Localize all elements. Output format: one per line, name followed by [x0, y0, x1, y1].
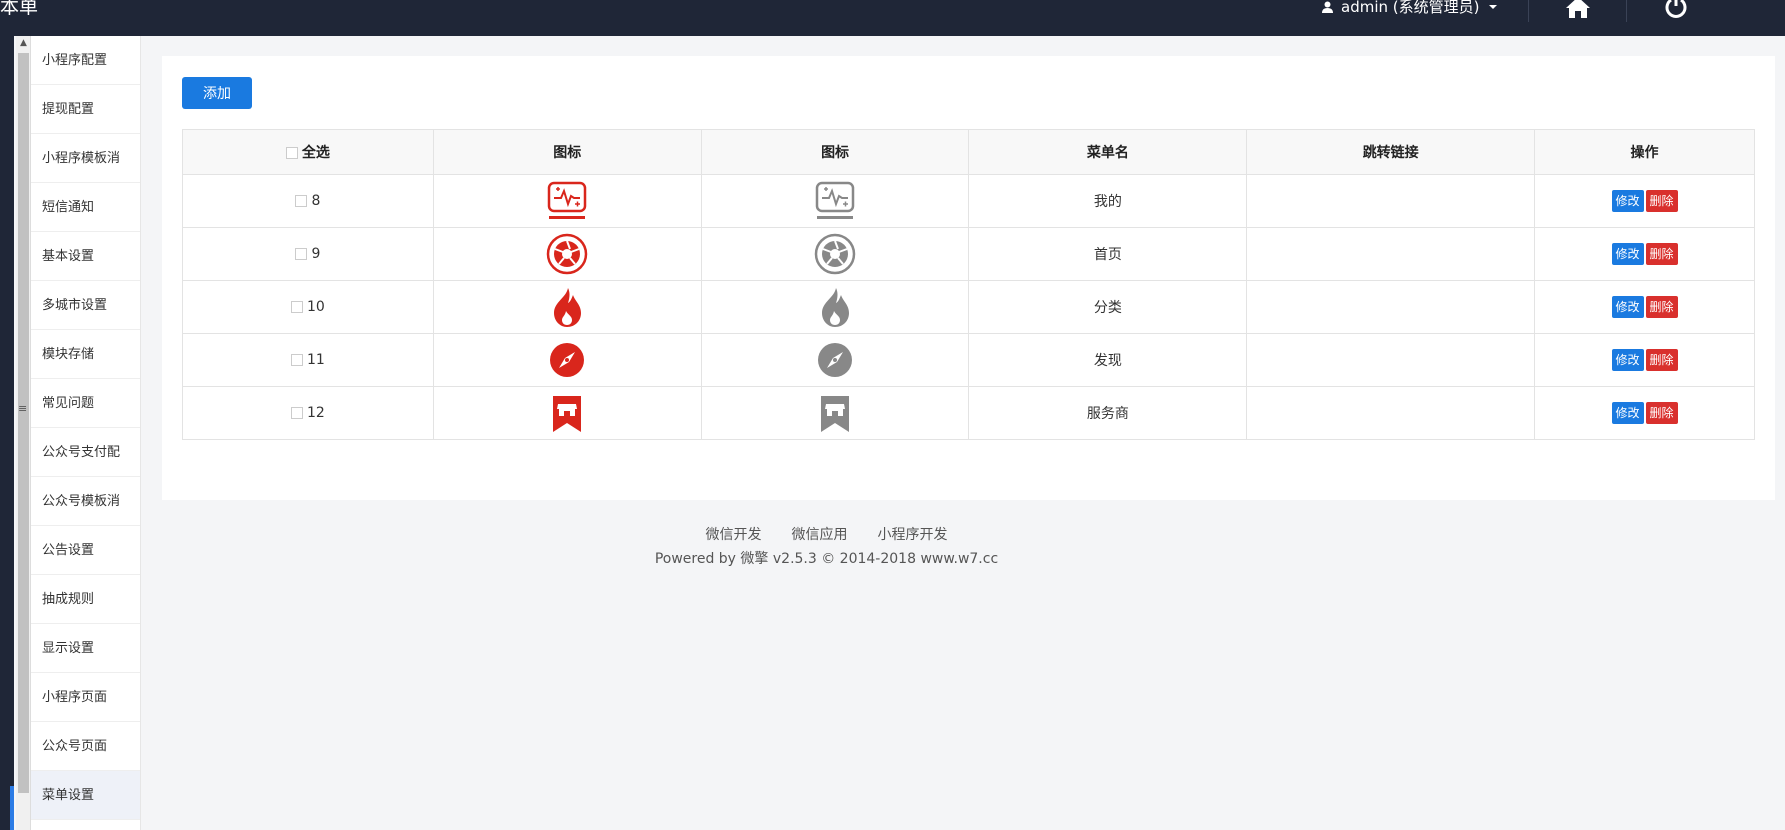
- jump-link: [1246, 386, 1536, 440]
- row-checkbox[interactable]: [291, 301, 303, 313]
- edit-button[interactable]: 修改: [1611, 243, 1644, 265]
- sidebar-item-miniprogram-config[interactable]: 小程序配置: [31, 36, 140, 85]
- edit-button[interactable]: 修改: [1611, 349, 1644, 371]
- delete-button[interactable]: 删除: [1645, 190, 1678, 212]
- sidebar-item-module-storage[interactable]: 模块存储: [31, 330, 140, 379]
- column-header-icon: 图标: [432, 129, 702, 175]
- footer-link-wechat-dev[interactable]: 微信开发: [706, 524, 762, 544]
- menu-name: 分类: [968, 280, 1248, 334]
- delete-button[interactable]: 删除: [1645, 402, 1678, 424]
- sidebar-item-display-settings[interactable]: 显示设置: [31, 624, 140, 673]
- compass-icon: [550, 343, 585, 377]
- row-id: 9: [311, 246, 321, 262]
- sidebar-item-mp-template[interactable]: 公众号模板消: [31, 477, 140, 526]
- divider: [1626, 0, 1627, 22]
- sidebar-item-withdraw-config[interactable]: 提现配置: [31, 85, 140, 134]
- home-icon[interactable]: [1564, 0, 1592, 18]
- store-bookmark-icon: [821, 396, 850, 432]
- sidebar-item-faq[interactable]: 常见问题: [31, 379, 140, 428]
- user-label: admin (系统管理员): [1341, 0, 1480, 16]
- table-row: 8 我的 修改 删除: [182, 174, 1755, 228]
- monitor-pulse-icon: [547, 181, 587, 219]
- select-all-header[interactable]: 全选: [182, 129, 434, 175]
- add-button[interactable]: 添加: [182, 77, 252, 109]
- compass-icon: [818, 343, 853, 377]
- row-checkbox[interactable]: [295, 195, 308, 207]
- sidebar-scrollbar[interactable]: ▲: [16, 36, 31, 830]
- column-header-actions: 操作: [1534, 129, 1755, 175]
- settings-sidebar: 小程序配置 提现配置 小程序模板消 短信通知 基本设置 多城市设置 模块存储 常…: [31, 36, 141, 830]
- table-row: 11 发现 修改 删除: [182, 333, 1755, 387]
- sidebar-item-mp-pages[interactable]: 公众号页面: [31, 722, 140, 771]
- row-checkbox[interactable]: [291, 354, 303, 366]
- monitor-pulse-icon: [815, 181, 855, 219]
- menu-name: 首页: [968, 227, 1248, 281]
- table-row: 9 首页 修改 删除: [182, 227, 1755, 281]
- select-all-checkbox[interactable]: [285, 147, 298, 159]
- powered-by: Powered by 微擎 v2.5.3 © 2014-2018 www.w7.…: [654, 551, 999, 567]
- sidebar-item-basic-settings[interactable]: 基本设置: [31, 232, 140, 281]
- row-id: 10: [307, 299, 325, 315]
- flame-icon: [554, 288, 582, 327]
- edit-button[interactable]: 修改: [1611, 190, 1644, 212]
- table-header-row: 全选 图标 图标 菜单名 跳转链接 操作: [182, 129, 1755, 175]
- menu-name: 发现: [968, 333, 1248, 387]
- row-id: 8: [311, 193, 321, 209]
- brand-title: 本单: [0, 0, 39, 18]
- jump-link: [1246, 280, 1536, 334]
- page-footer: 微信开发 微信应用 小程序开发 Powered by 微擎 v2.5.3 © 2…: [162, 524, 1775, 568]
- table-row: 12 服务商 修改 删除: [182, 386, 1755, 440]
- aperture-icon: [814, 233, 856, 275]
- user-menu[interactable]: admin (系统管理员): [1322, 0, 1498, 17]
- edit-button[interactable]: 修改: [1611, 402, 1644, 424]
- power-icon[interactable]: [1662, 0, 1690, 18]
- sidebar-item-sms-notice[interactable]: 短信通知: [31, 183, 140, 232]
- caret-down-icon: [1489, 4, 1498, 9]
- row-id: 11: [307, 352, 325, 368]
- sidebar-item-commission-rules[interactable]: 抽成规则: [31, 575, 140, 624]
- table-row: 10 分类 修改 删除: [182, 280, 1755, 334]
- column-header-icon-inactive: 图标: [700, 129, 970, 175]
- store-bookmark-icon: [553, 396, 582, 432]
- delete-button[interactable]: 删除: [1645, 296, 1678, 318]
- sidebar-item-multi-city[interactable]: 多城市设置: [31, 281, 140, 330]
- column-header-link: 跳转链接: [1246, 129, 1536, 175]
- sidebar-item-miniprogram-pages[interactable]: 小程序页面: [31, 673, 140, 722]
- menu-name: 我的: [968, 174, 1248, 228]
- footer-link-miniprogram-dev[interactable]: 小程序开发: [878, 524, 948, 544]
- sidebar-item-menu-settings[interactable]: 菜单设置: [31, 771, 140, 820]
- footer-links: 微信开发 微信应用 小程序开发: [0, 524, 1775, 544]
- scroll-up-arrow-icon[interactable]: ▲: [16, 36, 31, 51]
- row-checkbox[interactable]: [295, 248, 308, 260]
- menu-name: 服务商: [968, 386, 1248, 440]
- edit-button[interactable]: 修改: [1611, 296, 1644, 318]
- delete-button[interactable]: 删除: [1645, 243, 1678, 265]
- flame-icon: [822, 288, 850, 327]
- sidebar-item-miniprogram-template[interactable]: 小程序模板消: [31, 134, 140, 183]
- main-nav-strip: [0, 36, 14, 830]
- scroll-thumb[interactable]: [18, 53, 29, 793]
- row-checkbox[interactable]: [291, 407, 303, 419]
- column-header-menu-name: 菜单名: [968, 129, 1248, 175]
- aperture-icon: [546, 233, 588, 275]
- delete-button[interactable]: 删除: [1645, 349, 1678, 371]
- jump-link: [1246, 333, 1536, 387]
- user-icon: [1322, 1, 1333, 13]
- jump-link: [1246, 227, 1536, 281]
- row-id: 12: [307, 405, 325, 421]
- content-panel: 添加 全选 图标 图标 菜单名 跳转链接 操作 8 我的 修改 删除 9 首页 …: [162, 56, 1775, 500]
- jump-link: [1246, 174, 1536, 228]
- menu-table: 全选 图标 图标 菜单名 跳转链接 操作 8 我的 修改 删除 9 首页 修改 …: [182, 129, 1755, 440]
- active-indicator: [10, 786, 14, 830]
- footer-link-wechat-apps[interactable]: 微信应用: [792, 524, 848, 544]
- top-navbar: 本单 admin (系统管理员): [0, 0, 1785, 36]
- sidebar-item-mp-payment[interactable]: 公众号支付配: [31, 428, 140, 477]
- divider: [1528, 0, 1529, 22]
- collapse-handle-icon[interactable]: ≡: [18, 402, 27, 415]
